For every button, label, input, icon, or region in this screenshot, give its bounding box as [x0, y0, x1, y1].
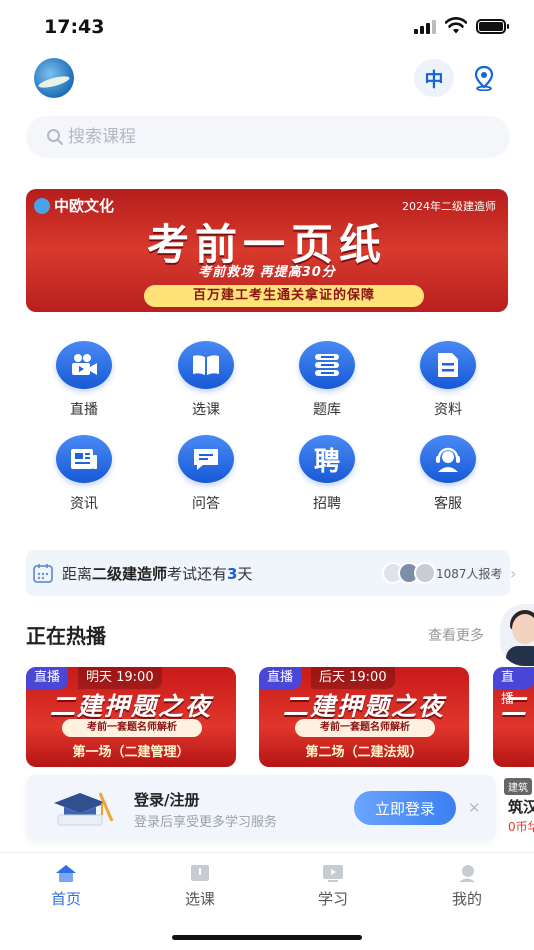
signup-avatars	[382, 562, 436, 584]
live-card[interactable]: 二建押题之夜 考前一套题名师解析 第二场（二建法规） 后天 19:00 直播	[259, 667, 469, 767]
live-card[interactable]: 二建押题之夜 考前一套题名师解析 第一场（二建管理） 明天 19:00 直播	[26, 667, 236, 767]
home-indicator	[172, 935, 362, 940]
tab-label: 我的	[451, 890, 482, 908]
tab-study[interactable]: 学习	[293, 863, 373, 909]
chat-icon	[194, 449, 218, 470]
search-input[interactable]	[68, 127, 468, 147]
tab-label: 学习	[317, 890, 348, 908]
side-course-card[interactable]: 建筑 筑汉 0币华	[504, 772, 534, 834]
battery-icon	[476, 19, 506, 34]
status-time: 17:43	[44, 16, 105, 38]
home-icon	[56, 865, 76, 882]
menu-item-question-bank[interactable]: 题库	[287, 341, 367, 421]
promo-banner[interactable]: 中欧文化 2024年二级建造师 考前一页纸 考前救场 再提高30分 百万建工考生…	[26, 189, 508, 312]
menu-item-qa[interactable]: 问答	[166, 435, 246, 515]
menu-label: 招聘	[313, 496, 341, 512]
side-card-title: 筑汉	[508, 798, 534, 816]
search-bar[interactable]	[26, 116, 510, 158]
see-more-link[interactable]: 查看更多	[428, 625, 484, 645]
video-camera-icon	[72, 354, 97, 375]
tab-label: 首页	[50, 890, 81, 908]
customer-service-avatar[interactable]	[500, 604, 534, 666]
menu-item-courses[interactable]: 选课	[166, 341, 246, 421]
menu-label: 直播	[70, 402, 98, 418]
open-book-icon	[193, 355, 219, 375]
language-toggle-button[interactable]: 中	[414, 59, 454, 97]
countdown-text: 距离二级建造师考试还有3天	[62, 564, 253, 583]
app-logo[interactable]	[34, 58, 74, 98]
section-title-live: 正在热播	[26, 624, 106, 648]
signup-count: 1087人报考	[436, 567, 503, 581]
avatar	[414, 562, 436, 584]
live-card-subtitle: 考前一套题名师解析	[295, 719, 435, 737]
menu-item-recruitment[interactable]: 聘 招聘	[287, 435, 367, 515]
menu-item-live[interactable]: 直播	[44, 341, 124, 421]
search-icon	[47, 129, 63, 145]
location-button[interactable]	[466, 60, 502, 96]
menu-label: 问答	[192, 496, 220, 512]
close-icon[interactable]: ✕	[468, 799, 481, 817]
menu-label: 客服	[434, 496, 462, 512]
book-icon	[191, 865, 209, 881]
cellular-signal-icon	[414, 20, 438, 34]
side-card-tag: 建筑	[504, 778, 532, 795]
days-remaining: 3	[227, 564, 238, 583]
menu-item-news[interactable]: 资讯	[44, 435, 124, 515]
exam-countdown-bar[interactable]: 距离二级建造师考试还有3天 1087人报考 ›	[26, 550, 516, 596]
menu-item-customer-service[interactable]: 客服	[408, 435, 488, 515]
document-icon	[438, 353, 458, 377]
live-card-time: 后天 19:00	[311, 667, 395, 689]
live-badge: 直播	[259, 667, 302, 689]
tab-profile[interactable]: 我的	[427, 863, 507, 909]
live-card-title: 二建押题之夜	[49, 692, 212, 721]
live-card-title: 二建押题之夜	[282, 692, 445, 721]
live-badge: 直播	[493, 667, 534, 707]
menu-label: 题库	[313, 402, 341, 418]
battery-tip	[507, 24, 509, 29]
play-icon	[323, 865, 343, 882]
user-icon	[459, 865, 475, 882]
login-prompt: 登录/注册 登录后享受更多学习服务 立即登录 ✕	[26, 775, 496, 841]
menu-item-materials[interactable]: 资料	[408, 341, 488, 421]
live-badge: 直播	[26, 667, 69, 689]
calendar-icon	[33, 564, 53, 583]
banner-subtitle: 考前救场 再提高30分	[198, 265, 336, 280]
exam-name: 二级建造师	[92, 564, 168, 583]
customer-service-icon	[436, 447, 460, 472]
menu-label: 资料	[434, 402, 462, 418]
live-card-session: 第二场（二建法规）	[305, 745, 423, 760]
location-pin-icon	[474, 65, 494, 91]
live-card-time: 明天 19:00	[78, 667, 162, 689]
recruit-icon: 聘	[313, 446, 340, 477]
banner-tagline: 百万建工考生通关拿证的保障	[144, 285, 424, 307]
side-card-price: 0币华	[508, 820, 534, 834]
chevron-right-icon: ›	[510, 564, 517, 583]
wifi-icon	[445, 17, 467, 34]
login-subtitle: 登录后享受更多学习服务	[134, 815, 278, 830]
question-bank-icon	[315, 354, 339, 376]
login-button[interactable]: 立即登录	[354, 791, 456, 825]
live-card[interactable]: 二 直播	[493, 667, 534, 767]
menu-label: 资讯	[70, 496, 98, 512]
tab-home[interactable]: 首页	[26, 863, 106, 909]
live-card-subtitle: 考前一套题名师解析	[62, 719, 202, 737]
tab-courses[interactable]: 选课	[160, 863, 240, 909]
menu-label: 选课	[192, 402, 220, 418]
live-card-session: 第一场（二建管理）	[72, 745, 190, 760]
graduation-cap-icon	[54, 792, 114, 826]
tab-label: 选课	[184, 890, 215, 908]
news-icon	[71, 449, 97, 469]
login-title: 登录/注册	[134, 791, 200, 809]
